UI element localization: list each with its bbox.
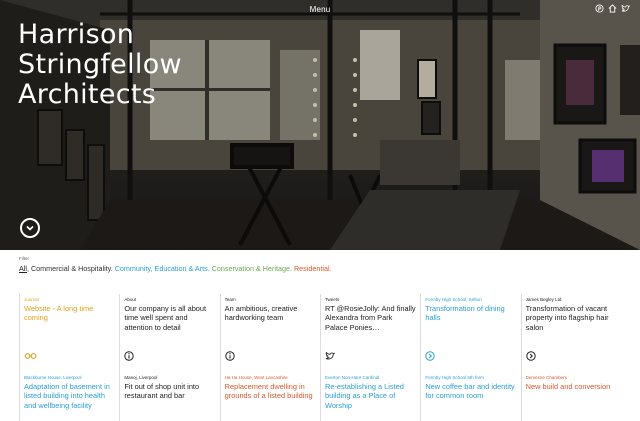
twitter-icon[interactable] <box>621 4 631 13</box>
card-meta: Blackburne House, Liverpool <box>24 375 82 380</box>
filter-community[interactable]: Community, Education & Arts. <box>115 264 212 273</box>
card-formby-dining[interactable]: Formby High School, Sefton Transformatio… <box>420 294 520 371</box>
home-icon[interactable] <box>608 4 617 13</box>
filter-label: Filter <box>19 256 29 261</box>
card-title: Transformation of dining halls <box>425 304 505 323</box>
card-title: RT @RosieJolly: And finally Alexandra fr… <box>324 304 416 332</box>
arrow-right-circle-icon <box>425 351 436 361</box>
pinterest-icon[interactable] <box>595 4 604 13</box>
card-meta: Formby High School 6th form <box>425 375 484 380</box>
card-blackburne-house[interactable]: Blackburne House, Liverpool Adaptation o… <box>19 371 119 421</box>
filter-residential[interactable]: Residential. <box>294 264 332 273</box>
hero-banner: Menu Harrison Stringfellow Architects <box>0 0 640 250</box>
filter-options: All, Commercial & Hospitality. Community… <box>19 264 619 273</box>
filter-all[interactable]: All <box>19 264 27 273</box>
card-title: An ambitious, creative hardworking team <box>224 304 298 323</box>
card-meta: Team <box>224 297 236 302</box>
card-title: Replacement dwelling in grounds of a lis… <box>224 382 313 401</box>
info-icon <box>124 351 135 361</box>
card-manoj[interactable]: Manoj, Liverpool Fit out of shop unit in… <box>119 371 219 421</box>
card-meta: About <box>124 297 137 302</box>
card-about[interactable]: About Our company is all about time well… <box>119 294 219 371</box>
card-meta: Ha Ha House, West Lancashire <box>224 375 288 380</box>
card-meta: Formby High School, Sefton <box>425 297 482 302</box>
menu-button[interactable]: Menu <box>300 5 340 14</box>
card-hair-salon[interactable]: James Begley Ltd Transformation of vacan… <box>520 294 621 371</box>
card-everton[interactable]: Everton Non-Hare Cardinal Re-establishin… <box>319 371 420 421</box>
card-demesne[interactable]: Demesne Chambers New build and conversio… <box>520 371 621 421</box>
card-team[interactable]: Team An ambitious, creative hardworking … <box>219 294 320 371</box>
card-meta: Tweets <box>324 297 340 302</box>
card-formby-coffee[interactable]: Formby High School 6th form New coffee b… <box>420 371 520 421</box>
card-title: Re-establishing a Listed building as a P… <box>324 382 404 410</box>
glasses-icon <box>24 353 37 359</box>
card-title: Website - A long time coming <box>24 304 94 323</box>
project-grid: Journal Website - A long time coming Abo… <box>19 294 621 421</box>
info-icon <box>224 351 235 361</box>
card-journal[interactable]: Journal Website - A long time coming <box>19 294 119 371</box>
card-title: Our company is all about time well spent… <box>124 304 207 332</box>
filter-conservation[interactable]: Conservation & Heritage. <box>212 264 294 273</box>
chevron-down-icon <box>26 225 34 231</box>
card-meta: James Begley Ltd <box>525 297 562 302</box>
arrow-right-circle-icon <box>525 351 536 361</box>
card-title: Adaptation of basement in listed buildin… <box>24 382 110 410</box>
card-title: Transformation of vacant property into f… <box>525 304 609 332</box>
card-ha-ha-house[interactable]: Ha Ha House, West Lancashire Replacement… <box>219 371 320 421</box>
card-meta: Everton Non-Hare Cardinal <box>324 375 380 380</box>
site-title-line-3: Architects <box>18 79 157 110</box>
filter-commercial[interactable]: , Commercial & Hospitality. <box>27 264 115 273</box>
site-title[interactable]: Harrison Stringfellow Architects <box>18 20 238 110</box>
scroll-down-button[interactable] <box>20 218 40 238</box>
site-title-line-2: Stringfellow <box>18 49 182 80</box>
top-icon-bar <box>595 4 631 13</box>
card-title: Fit out of shop unit into restaurant and… <box>124 382 200 401</box>
card-meta: Manoj, Liverpool <box>124 375 158 380</box>
card-meta: Journal <box>24 297 39 302</box>
twitter-icon <box>325 351 335 360</box>
filter-bar: Filter All, Commercial & Hospitality. Co… <box>19 256 619 273</box>
card-meta: Demesne Chambers <box>525 375 567 380</box>
site-title-line-1: Harrison <box>18 19 135 50</box>
card-title: New coffee bar and identity for common r… <box>425 382 515 401</box>
card-title: New build and conversion <box>525 382 611 391</box>
card-tweets[interactable]: Tweets RT @RosieJolly: And finally Alexa… <box>319 294 420 371</box>
